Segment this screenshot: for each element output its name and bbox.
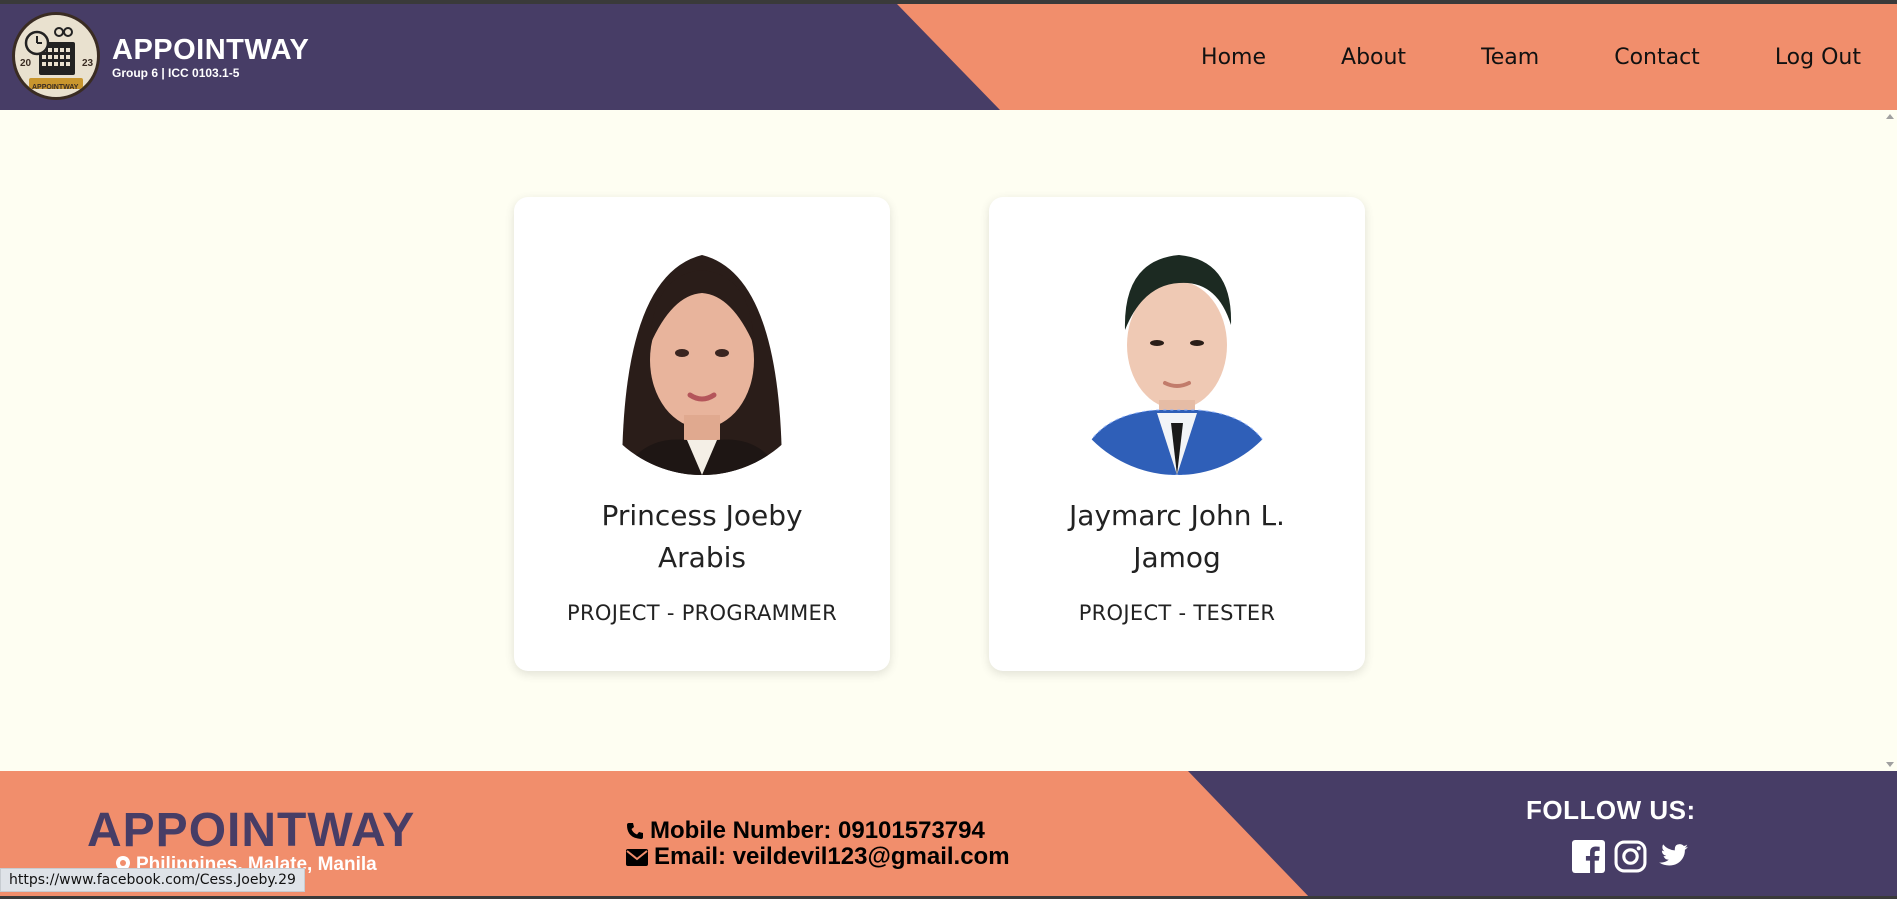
scroll-up-arrow-icon[interactable] [1886, 114, 1894, 119]
logo-ribbon-text: APPOINTWAY [32, 84, 79, 91]
footer-social-panel [1188, 771, 1897, 899]
brand-title: APPOINTWAY [112, 34, 310, 66]
member-name-line1: Princess Joeby [601, 499, 803, 532]
member-portrait-image [582, 235, 822, 475]
member-photo [1057, 235, 1297, 475]
team-card: Jaymarc John L. Jamog PROJECT - TESTER [989, 197, 1365, 671]
twitter-icon[interactable] [1656, 840, 1689, 873]
nav-team[interactable]: Team [1481, 45, 1539, 70]
brand-subtitle: Group 6 | ICC 0103.1-5 [112, 66, 240, 80]
member-name-line2: Jamog [1133, 541, 1221, 574]
contact-mobile: Mobile Number: 09101573794 [626, 817, 1010, 844]
member-name-line2: Arabis [658, 541, 746, 574]
email-icon [626, 848, 648, 866]
logo-year-right: 23 [82, 58, 94, 69]
brand: APPOINTWAY Group 6 | ICC 0103.1-5 [112, 34, 309, 80]
member-role: PROJECT - PROGRAMMER [567, 601, 837, 625]
email-text: Email: veildevil123@gmail.com [654, 843, 1010, 870]
member-name: Princess Joeby Arabis [514, 495, 890, 579]
nav-logout[interactable]: Log Out [1775, 45, 1861, 70]
member-role: PROJECT - TESTER [1078, 601, 1276, 625]
logo-year-left: 20 [20, 58, 32, 69]
site-header: APPOINTWAY 20 23 APPOINTWAY Group 6 | IC… [0, 4, 1897, 110]
nav-contact[interactable]: Contact [1614, 45, 1700, 70]
member-name: Jaymarc John L. Jamog [989, 495, 1365, 579]
nav-home[interactable]: Home [1201, 45, 1266, 70]
nav-about[interactable]: About [1341, 45, 1406, 70]
social-links [1572, 840, 1689, 873]
member-portrait-image [1057, 235, 1297, 475]
contact-info: Mobile Number: 09101573794 Email: veilde… [626, 817, 1010, 870]
member-photo [582, 235, 822, 475]
main-nav: Home About Team Contact Log Out [1126, 4, 1897, 110]
phone-icon [627, 823, 643, 839]
follow-us-label: FOLLOW US: [1526, 795, 1696, 825]
instagram-icon[interactable] [1614, 840, 1647, 873]
facebook-icon[interactable] [1572, 840, 1605, 873]
status-bar-url: https://www.facebook.com/Cess.Joeby.29 [0, 868, 305, 892]
page-scrollbar[interactable] [1883, 110, 1897, 771]
mobile-number-text: Mobile Number: 09101573794 [650, 817, 985, 844]
footer-brand: APPOINTWAY [87, 804, 416, 857]
scroll-down-arrow-icon[interactable] [1886, 762, 1894, 767]
member-name-line1: Jaymarc John L. [1069, 499, 1285, 532]
contact-email: Email: veildevil123@gmail.com [626, 843, 1010, 870]
team-card: Princess Joeby Arabis PROJECT - PROGRAMM… [514, 197, 890, 671]
